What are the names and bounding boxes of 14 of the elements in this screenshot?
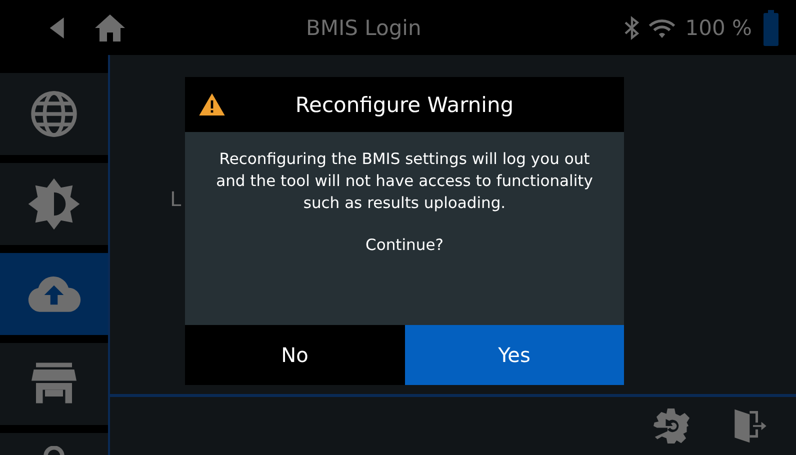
sidebar-item[interactable] <box>0 343 108 425</box>
battery-icon <box>762 10 780 46</box>
brightness-icon <box>26 176 82 232</box>
sidebar-item[interactable] <box>0 253 108 335</box>
battery-percentage: 100 % <box>685 16 752 40</box>
field-label: L <box>170 186 182 210</box>
dialog-button[interactable]: Yes <box>404 325 624 385</box>
dialog-button[interactable]: No <box>185 325 404 385</box>
dialog-title: Reconfigure Warning <box>294 92 515 116</box>
screen-title: BMIS Login <box>304 16 422 40</box>
sidebar-item[interactable] <box>0 73 108 155</box>
dialog-question: Continue? <box>366 235 444 256</box>
dialog-message: Reconfiguring the BMIS settings will log you out and the tool will not have access to functionality such as results uploading. <box>215 149 594 214</box>
sidebar-item[interactable] <box>0 163 108 245</box>
